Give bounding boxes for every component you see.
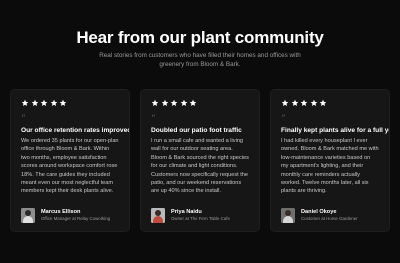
section-title: Hear from our plant community <box>76 28 324 47</box>
quote-icon: “ <box>151 114 156 124</box>
section-subtitle: Real stories from customers who have fil… <box>99 52 301 68</box>
testimonial-author: Marcus Ellison Office Manager at Relay C… <box>21 207 121 223</box>
testimonial-card: “ Our office retention rates improved We… <box>10 89 130 232</box>
author-name: Marcus Ellison <box>41 208 81 215</box>
star-icon <box>170 99 178 107</box>
testimonial-card: “ Doubled our patio foot traffic I run a… <box>140 89 260 232</box>
avatar <box>21 207 35 223</box>
star-icon <box>300 99 308 107</box>
testimonial-author: Daniel Okoye Customer at Home Gardener <box>281 207 381 223</box>
star-icon <box>180 99 188 107</box>
quote-icon: “ <box>21 114 26 124</box>
avatar <box>281 207 295 223</box>
star-icon <box>21 99 29 107</box>
star-icon <box>40 99 48 107</box>
star-icon <box>281 99 289 107</box>
star-icon <box>310 99 318 107</box>
testimonial-body: I run a small cafe and wanted a living w… <box>151 138 249 195</box>
testimonial-title: Our office retention rates improved <box>21 127 130 134</box>
star-icon <box>319 99 327 107</box>
star-icon <box>59 99 67 107</box>
avatar <box>151 207 165 223</box>
author-role: Customer at Home Gardener <box>301 215 358 221</box>
author-name: Daniel Okoye <box>301 208 337 215</box>
author-role: Office Manager at Relay Coworking <box>41 215 111 221</box>
star-icon <box>189 99 197 107</box>
testimonial-card: “ Finally kept plants alive for a full y… <box>270 89 390 232</box>
star-icon <box>291 99 299 107</box>
testimonial-author: Priya Naidu Owner at The Fern Table Cafe <box>151 207 251 223</box>
testimonial-title: Finally kept plants alive for a full yea… <box>281 127 390 134</box>
testimonial-body: We ordered 35 plants for our open-plan o… <box>21 138 119 195</box>
star-rating <box>281 99 379 107</box>
star-icon <box>161 99 169 107</box>
author-name: Priya Naidu <box>171 208 202 215</box>
star-icon <box>151 99 159 107</box>
star-icon <box>50 99 58 107</box>
star-rating <box>21 99 119 107</box>
testimonial-body: I had killed every houseplant I ever own… <box>281 138 379 195</box>
quote-icon: “ <box>281 114 286 124</box>
star-icon <box>31 99 39 107</box>
testimonial-title: Doubled our patio foot traffic <box>151 127 242 134</box>
star-rating <box>151 99 249 107</box>
author-role: Owner at The Fern Table Cafe <box>171 215 230 221</box>
